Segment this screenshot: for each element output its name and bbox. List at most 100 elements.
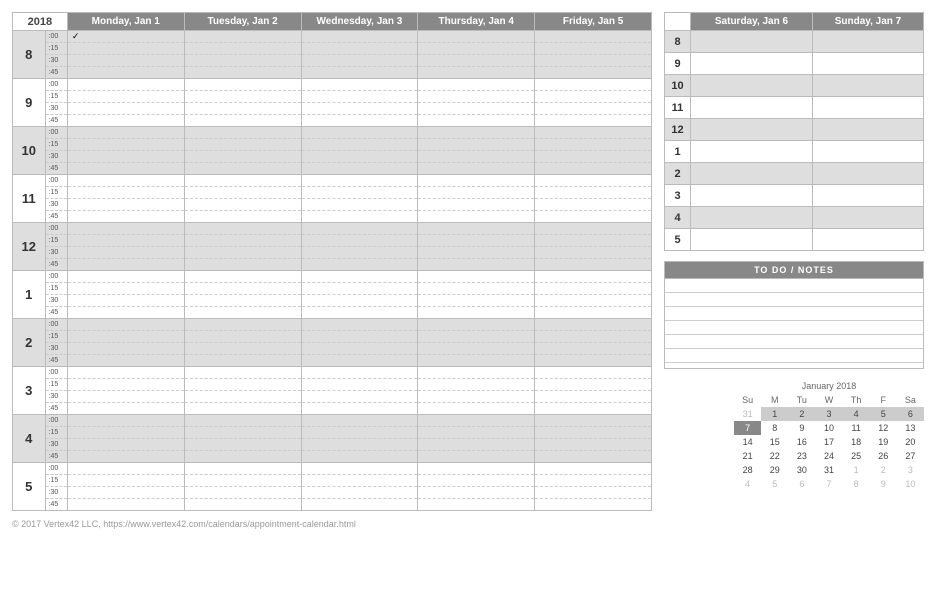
weekend-slot [691,119,813,141]
mini-cal-day: 29 [761,463,788,477]
time-slot [67,415,184,427]
mini-cal-day: 19 [870,435,897,449]
time-slot [418,115,535,127]
time-slot [67,91,184,103]
weekend-slot [812,75,923,97]
hour-label: 2 [13,319,46,367]
time-slot [184,355,301,367]
time-slot [301,319,418,331]
time-slot [418,67,535,79]
minute-label: :00 [45,175,67,187]
minute-label: :15 [45,475,67,487]
weekend-schedule: Saturday, Jan 6 Sunday, Jan 7 8910111212… [664,12,924,251]
time-slot [184,223,301,235]
minute-label: :45 [45,115,67,127]
time-slot [301,343,418,355]
time-slot [301,295,418,307]
time-slot [67,295,184,307]
time-slot [418,295,535,307]
weekend-slot [691,141,813,163]
minute-label: :15 [45,91,67,103]
mini-cal-day: 30 [788,463,815,477]
time-slot [535,31,652,43]
time-slot [184,475,301,487]
mini-cal-day: 8 [843,477,870,491]
time-slot [301,175,418,187]
time-slot [184,307,301,319]
mini-cal-day: 7 [815,477,842,491]
time-slot [301,379,418,391]
time-slot [535,271,652,283]
time-slot [184,163,301,175]
mini-cal-dow: Th [843,393,870,407]
time-slot [418,319,535,331]
time-slot [301,163,418,175]
weekend-hour-label: 9 [665,53,691,75]
minute-label: :30 [45,199,67,211]
time-slot [301,187,418,199]
minute-label: :00 [45,127,67,139]
time-slot [418,451,535,463]
time-slot [184,463,301,475]
time-slot [535,343,652,355]
time-slot [67,55,184,67]
minute-label: :30 [45,247,67,259]
minute-label: :15 [45,283,67,295]
weekend-hour-label: 1 [665,141,691,163]
mini-cal-day: 1 [843,463,870,477]
time-slot [301,247,418,259]
time-slot [301,355,418,367]
mini-cal-day: 31 [815,463,842,477]
time-slot [67,319,184,331]
time-slot [535,355,652,367]
time-slot [301,451,418,463]
time-slot [184,487,301,499]
time-slot [301,235,418,247]
time-slot [184,415,301,427]
mini-cal-day: 2 [870,463,897,477]
minute-label: :15 [45,139,67,151]
weekend-hour-label: 10 [665,75,691,97]
time-slot [418,223,535,235]
time-slot [535,379,652,391]
time-slot [301,211,418,223]
weekend-hour-label: 2 [665,163,691,185]
time-slot [184,379,301,391]
time-slot [301,439,418,451]
weekday-schedule: 2018 Monday, Jan 1 Tuesday, Jan 2 Wednes… [12,12,652,511]
time-slot [301,331,418,343]
mini-cal-day: 24 [815,449,842,463]
time-slot [67,43,184,55]
hour-label: 5 [13,463,46,511]
time-slot [184,187,301,199]
time-slot [67,283,184,295]
time-slot [535,331,652,343]
time-slot [184,211,301,223]
hour-label: 3 [13,367,46,415]
time-slot [535,463,652,475]
time-slot [67,67,184,79]
minute-label: :15 [45,187,67,199]
time-slot [535,319,652,331]
weekend-slot [691,31,813,53]
weekend-slot [691,53,813,75]
time-slot [535,439,652,451]
time-slot [535,187,652,199]
minute-label: :00 [45,463,67,475]
time-slot [184,103,301,115]
time-slot [535,259,652,271]
time-slot [67,463,184,475]
minute-label: :45 [45,403,67,415]
minute-label: :45 [45,211,67,223]
hour-label: 8 [13,31,46,79]
hour-label: 1 [13,271,46,319]
time-slot [418,427,535,439]
time-slot [184,427,301,439]
time-slot [301,271,418,283]
minute-label: :45 [45,355,67,367]
weekend-slot [812,97,923,119]
mini-cal-day: 7 [734,421,761,435]
time-slot [67,211,184,223]
day-header-wed: Wednesday, Jan 3 [301,13,418,31]
mini-cal-dow: Sa [897,393,924,407]
